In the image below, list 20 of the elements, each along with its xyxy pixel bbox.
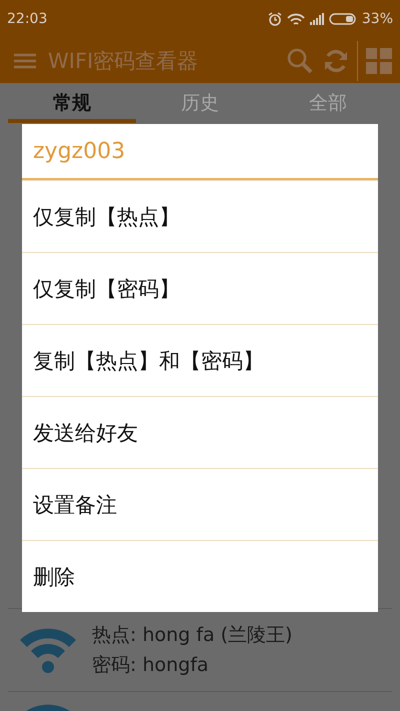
dialog-title: zygz003 (22, 124, 378, 180)
menu-item[interactable]: 复制【热点】和【密码】 (22, 324, 378, 396)
app-title: WIFI密码查看器 (48, 48, 200, 74)
alarm-icon (268, 12, 282, 26)
menu-item[interactable]: 发送给好友 (22, 396, 378, 468)
menu-icon[interactable] (14, 52, 36, 68)
battery-percent: 33% (362, 11, 393, 27)
wifi-signal-icon (286, 12, 305, 26)
hotspot-password: 密码: hongfa (92, 653, 210, 678)
menu-item[interactable]: 删除 (22, 540, 378, 612)
menu-item[interactable]: 设置备注 (22, 468, 378, 540)
cell-signal-icon (310, 13, 324, 25)
search-icon[interactable] (287, 48, 313, 74)
battery-icon (328, 13, 357, 25)
hotspot-name: 热点: hong fa (兰陵王) (92, 623, 292, 648)
menu-item[interactable]: 仅复制【热点】 (22, 180, 378, 252)
menu-item[interactable]: 仅复制【密码】 (22, 252, 378, 324)
grid-icon[interactable] (366, 48, 392, 74)
refresh-icon[interactable] (323, 48, 349, 74)
status-time: 22:03 (7, 11, 48, 27)
